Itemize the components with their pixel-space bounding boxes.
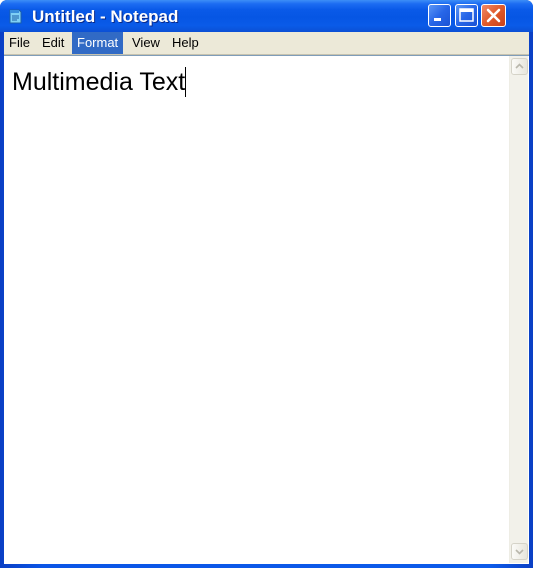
editor-content[interactable]: Multimedia Text xyxy=(12,67,187,97)
menu-view[interactable]: View xyxy=(127,32,165,54)
scroll-down-arrow-icon xyxy=(515,549,524,555)
close-icon xyxy=(486,8,501,23)
minimize-button[interactable] xyxy=(428,4,451,27)
scroll-up-arrow-icon xyxy=(515,63,524,69)
vertical-scrollbar[interactable] xyxy=(509,56,528,563)
title-bar[interactable]: Untitled - Notepad xyxy=(0,0,533,32)
notepad-icon[interactable] xyxy=(7,8,24,25)
maximize-icon xyxy=(459,8,474,22)
close-button[interactable] xyxy=(481,4,506,27)
notepad-window: Untitled - Notepad File Edit Format View… xyxy=(0,0,533,568)
window-title: Untitled - Notepad xyxy=(32,7,179,26)
text-caret xyxy=(185,67,187,97)
scroll-down-button[interactable] xyxy=(511,543,528,560)
editor-text: Multimedia Text xyxy=(12,68,186,96)
menu-edit[interactable]: Edit xyxy=(37,32,69,54)
menu-bar: File Edit Format View Help xyxy=(4,32,529,55)
scroll-up-button[interactable] xyxy=(511,58,528,75)
maximize-button[interactable] xyxy=(455,4,478,27)
text-editor-area[interactable]: Multimedia Text xyxy=(4,55,529,564)
menu-format[interactable]: Format xyxy=(72,32,124,54)
menu-help[interactable]: Help xyxy=(167,32,204,54)
menu-file[interactable]: File xyxy=(4,32,35,54)
minimize-icon xyxy=(434,18,441,21)
